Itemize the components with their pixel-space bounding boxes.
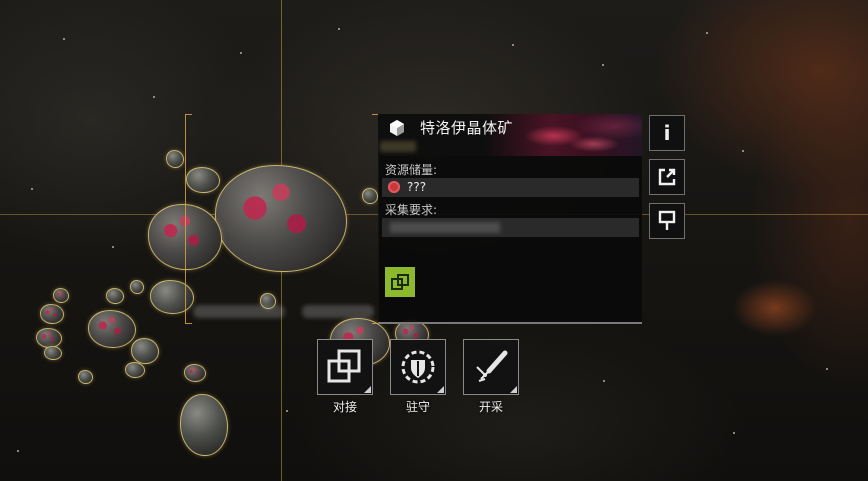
bookmark-icon [658,210,676,230]
reserves-field: ??? [382,178,639,197]
asteroid [88,310,136,348]
resource-title: 特洛伊晶体矿 [420,119,514,137]
bookmark-button[interactable] [649,203,685,239]
asteroid [78,370,93,384]
mining-button[interactable] [463,339,519,395]
garrison-label: 驻守 [405,400,430,414]
requirement-label: 采集要求: [385,203,438,217]
mining-icon [476,350,508,382]
asteroid [40,304,64,324]
resource-info-panel: 特洛伊晶体矿 资源储量: ??? 采集要求: [378,114,642,324]
share-icon [658,168,676,186]
asteroid [36,328,62,348]
selection-bracket-left [185,114,192,324]
garrison-action[interactable]: 驻守 [390,339,446,415]
dock-label: 对接 [332,400,357,414]
asteroid [53,288,69,303]
dock-status-chip[interactable] [385,267,415,297]
resource-subtitle [380,141,416,152]
dock-button[interactable] [317,339,373,395]
requirement-field [382,218,639,237]
dock-icon [391,274,409,290]
asteroid [125,362,145,378]
mining-action[interactable]: 开采 [463,339,519,415]
target-owner-label [302,305,374,318]
dock-action[interactable]: 对接 [317,339,373,415]
asteroid [131,338,159,364]
mining-label: 开采 [478,400,503,414]
reserves-label: 资源储量: [385,163,438,177]
asteroid [180,394,228,456]
info-button[interactable]: i [649,115,685,151]
garrison-icon [401,350,435,384]
reserves-value: ??? [407,180,427,194]
asteroid [166,150,184,168]
dock-icon [327,349,361,383]
asteroid [106,288,124,304]
info-icon: i [663,121,671,145]
target-name-label [193,305,285,318]
panel-header: 特洛伊晶体矿 [378,114,642,156]
asteroid [130,280,144,294]
asteroid [184,364,206,382]
garrison-button[interactable] [390,339,446,395]
asteroid [44,346,62,360]
resource-banner-image [514,114,642,156]
requirement-value [390,222,500,233]
cube-icon [390,120,404,136]
share-button[interactable] [649,159,685,195]
resource-type-icon [388,181,400,193]
